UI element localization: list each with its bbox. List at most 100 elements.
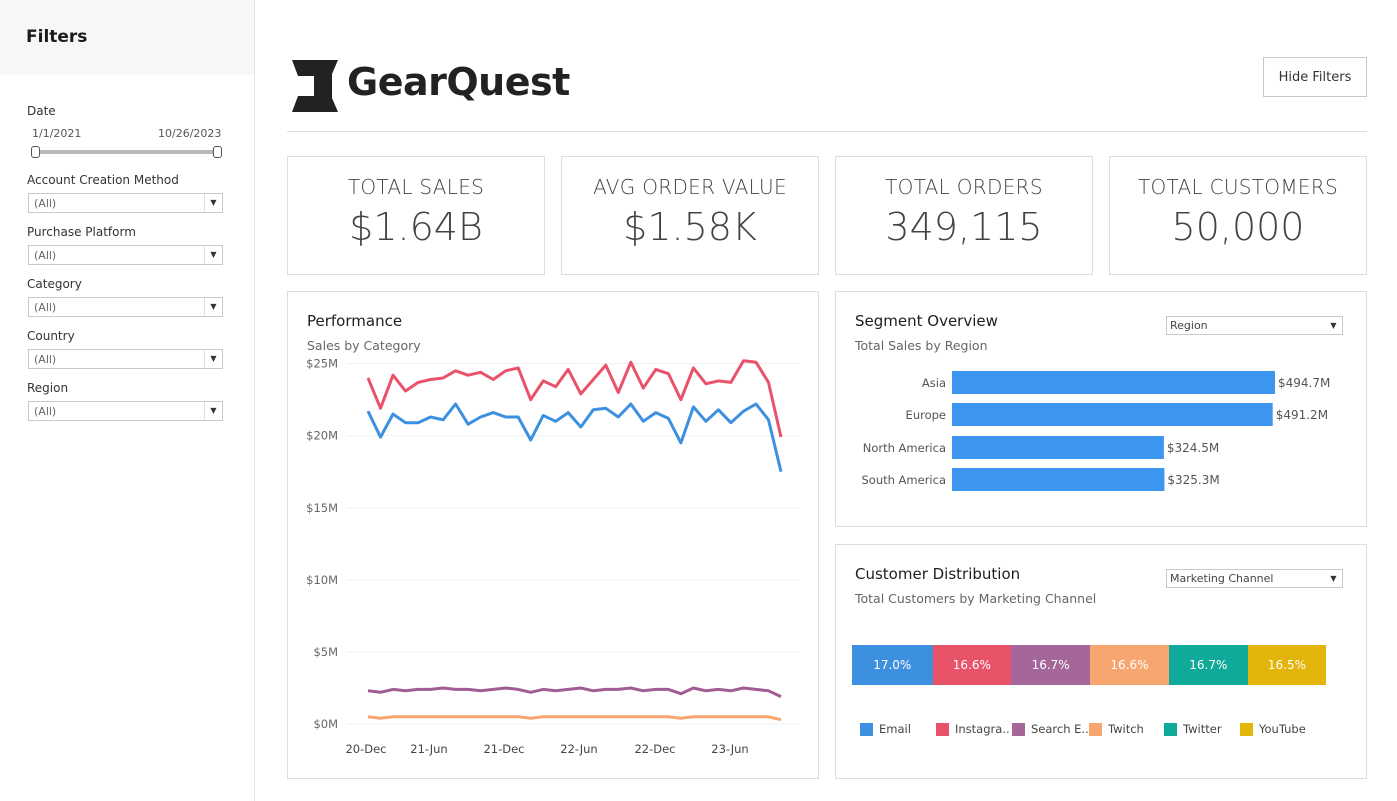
region-select[interactable]: (All) ▼ [28, 401, 223, 421]
bar-category-label: North America [863, 441, 946, 455]
date-slider-end-handle[interactable] [213, 146, 222, 158]
distribution-segment[interactable]: 16.6% [932, 645, 1012, 685]
distribution-segment[interactable]: 16.6% [1090, 645, 1169, 685]
bar-category-label: Europe [906, 408, 946, 422]
bar-value-label: $325.3M [1167, 473, 1219, 487]
legend-item[interactable]: YouTube [1240, 722, 1306, 736]
bar-value-label: $324.5M [1167, 441, 1219, 455]
region-bar[interactable] [952, 371, 1275, 394]
date-end-value: 10/26/2023 [158, 127, 222, 140]
legend-swatch [860, 722, 873, 736]
x-tick-label: 22-Dec [634, 742, 675, 756]
account-creation-method-select[interactable]: (All) ▼ [28, 193, 223, 213]
legend-label: Email [879, 722, 911, 736]
y-tick-label: $20M [306, 429, 338, 443]
performance-line-chart[interactable]: $0M $5M $10M $15M $20M $25M 20-Dec 21-Jun 21-Dec… [288, 292, 818, 778]
legend-label: Twitch [1108, 722, 1144, 736]
date-slider-start-handle[interactable] [31, 146, 40, 158]
x-tick-label: 20-Dec [345, 742, 386, 756]
kpi-value: $1.64B [349, 205, 483, 249]
filters-sidebar: Filters Date 1/1/2021 10/26/2023 Account… [0, 0, 255, 801]
legend-label: YouTube [1259, 722, 1306, 736]
y-tick-label: $15M [306, 501, 338, 515]
series-line-3[interactable] [367, 715, 782, 722]
country-value: (All) [34, 353, 57, 366]
kpi-label: AVG ORDER VALUE [593, 175, 787, 199]
distribution-segment[interactable]: 16.7% [1011, 645, 1091, 685]
dashboard-main: GearQuest Hide Filters TOTAL SALES $1.64… [287, 0, 1367, 801]
segment-bar-chart[interactable]: Asia $494.7M Europe $491.2M North America $32… [836, 292, 1366, 526]
legend-item[interactable]: Instagra.. [936, 722, 1010, 736]
y-tick-label: $5M [313, 645, 338, 659]
account-creation-method-value: (All) [34, 197, 57, 210]
region-label: Region [27, 381, 69, 395]
legend-swatch [1164, 722, 1177, 736]
kpi-total-customers: TOTAL CUSTOMERS 50,000 [1109, 156, 1367, 275]
series-line-0[interactable] [366, 359, 783, 438]
chevron-down-icon: ▼ [204, 194, 222, 212]
customer-distribution-panel: Customer Distribution Total Customers by… [835, 544, 1367, 779]
y-tick-label: $0M [313, 717, 338, 731]
distribution-dimension-select[interactable]: Marketing Channel ▼ [1166, 569, 1343, 588]
kpi-label: TOTAL SALES [347, 175, 485, 199]
category-select[interactable]: (All) ▼ [28, 297, 223, 317]
chevron-down-icon: ▼ [204, 402, 222, 420]
gearquest-logo-icon [292, 60, 338, 112]
legend-swatch [1012, 722, 1025, 736]
y-tick-label: $10M [306, 573, 338, 587]
bar-category-label: Asia [922, 376, 946, 390]
series-line-1[interactable] [366, 402, 783, 473]
sidebar-header: Filters [0, 0, 254, 75]
chevron-down-icon: ▼ [1330, 574, 1337, 583]
purchase-platform-label: Purchase Platform [27, 225, 136, 239]
header-divider [287, 131, 1367, 132]
date-start-value: 1/1/2021 [32, 127, 82, 140]
distribution-segment[interactable]: 16.5% [1247, 645, 1326, 685]
bar-value-label: $494.7M [1278, 376, 1330, 390]
brand-name: GearQuest [347, 60, 570, 104]
x-tick-label: 21-Jun [410, 742, 447, 756]
legend-item[interactable]: Email [860, 722, 911, 736]
kpi-avg-order-value: AVG ORDER VALUE $1.58K [561, 156, 819, 275]
distribution-select-value: Marketing Channel [1170, 572, 1274, 585]
kpi-total-orders: TOTAL ORDERS 349,115 [835, 156, 1093, 275]
bar-category-label: South America [861, 473, 946, 487]
distribution-title: Customer Distribution [855, 565, 1021, 583]
legend-label: Search E.. [1031, 722, 1089, 736]
kpi-label: TOTAL ORDERS [885, 175, 1043, 199]
legend-swatch [1240, 722, 1253, 736]
distribution-segment[interactable]: 16.7% [1168, 645, 1248, 685]
legend-item[interactable]: Twitch [1089, 722, 1144, 736]
date-filter-label: Date [27, 104, 56, 118]
region-bar[interactable] [952, 403, 1273, 426]
distribution-segment[interactable]: 17.0% [852, 645, 933, 685]
category-value: (All) [34, 301, 57, 314]
bar-value-label: $491.2M [1276, 408, 1328, 422]
kpi-value: $1.58K [623, 205, 757, 249]
legend-label: Twitter [1183, 722, 1222, 736]
kpi-value: 50,000 [1171, 205, 1305, 249]
purchase-platform-select[interactable]: (All) ▼ [28, 245, 223, 265]
y-tick-label: $25M [306, 357, 338, 371]
kpi-value: 349,115 [885, 205, 1043, 249]
legend-label: Instagra.. [955, 722, 1010, 736]
x-tick-label: 23-Jun [711, 742, 748, 756]
legend-item[interactable]: Twitter [1164, 722, 1222, 736]
chevron-down-icon: ▼ [204, 298, 222, 316]
x-tick-label: 22-Jun [560, 742, 597, 756]
segment-overview-panel: Segment Overview Total Sales by Region R… [835, 291, 1367, 527]
account-creation-method-label: Account Creation Method [27, 173, 179, 187]
country-label: Country [27, 329, 75, 343]
series-line-2[interactable] [367, 686, 782, 698]
brand-logo: GearQuest [292, 58, 570, 114]
legend-item[interactable]: Search E.. [1012, 722, 1089, 736]
chevron-down-icon: ▼ [204, 350, 222, 368]
region-bar[interactable] [952, 468, 1165, 491]
date-range-slider[interactable] [35, 150, 218, 154]
sidebar-title: Filters [26, 27, 88, 47]
hide-filters-button[interactable]: Hide Filters [1263, 57, 1367, 97]
category-label: Category [27, 277, 82, 291]
region-bar[interactable] [952, 436, 1164, 459]
kpi-total-sales: TOTAL SALES $1.64B [287, 156, 545, 275]
country-select[interactable]: (All) ▼ [28, 349, 223, 369]
